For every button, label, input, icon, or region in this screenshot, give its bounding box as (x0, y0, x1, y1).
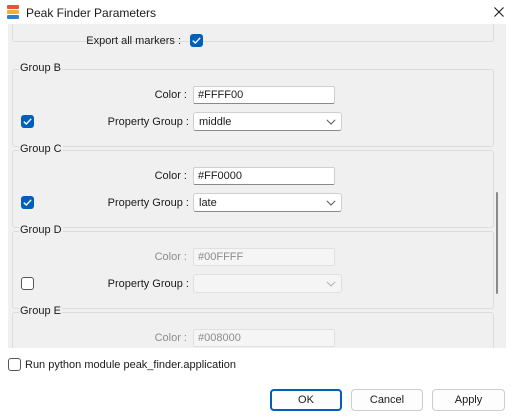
run-module-checkbox[interactable] (8, 358, 21, 371)
close-button[interactable] (484, 0, 514, 24)
group-b-color-label: Color : (154, 89, 187, 101)
apply-button[interactable]: Apply (432, 389, 505, 411)
group-b-property-group-checkbox[interactable] (21, 115, 34, 128)
export-all-markers-label: Export all markers : (86, 35, 181, 47)
chevron-down-icon (326, 281, 336, 287)
title-bar: Peak Finder Parameters (0, 0, 514, 24)
group-d-color-label: Color : (154, 251, 187, 263)
group-d-property-group-select[interactable] (193, 274, 342, 293)
group-b-box: Group B Color : Property Group : middle (12, 62, 494, 147)
group-c-property-group-value: late (199, 197, 217, 209)
group-c-property-group-label: Property Group : (107, 197, 189, 209)
chevron-down-icon (326, 119, 336, 125)
group-c-property-group-checkbox[interactable] (21, 196, 34, 209)
group-e-title: Group E (19, 305, 62, 317)
group-d-box: Group D Color : Property Group : (12, 224, 494, 309)
group-d-property-group-checkbox[interactable] (21, 277, 34, 290)
group-e-color-input[interactable] (193, 329, 335, 347)
group-d-color-input[interactable] (193, 248, 335, 266)
group-b-title: Group B (19, 62, 62, 74)
export-all-markers-checkbox[interactable] (190, 34, 203, 47)
cancel-button[interactable]: Cancel (351, 389, 423, 411)
group-a-box: Export all markers : (12, 24, 494, 47)
scrollbar-thumb[interactable] (496, 192, 498, 294)
group-c-property-group-select[interactable]: late (193, 193, 342, 212)
group-e-box: Group E Color : (12, 305, 494, 348)
group-b-color-input[interactable] (193, 86, 335, 104)
chevron-down-icon (326, 200, 336, 206)
checkmark-icon (23, 118, 32, 125)
group-c-color-input[interactable] (193, 167, 335, 185)
vertical-scrollbar[interactable] (496, 34, 500, 346)
group-d-title: Group D (19, 224, 63, 236)
ok-button[interactable]: OK (270, 389, 342, 411)
parameters-scroll-area[interactable]: Export all markers : Group B Color : Pro… (8, 24, 506, 348)
group-d-property-group-label: Property Group : (107, 278, 189, 290)
group-b-property-group-label: Property Group : (107, 116, 189, 128)
close-icon (494, 7, 504, 17)
group-c-title: Group C (19, 143, 63, 155)
app-icon (7, 5, 19, 19)
group-c-color-label: Color : (154, 170, 187, 182)
group-b-property-group-select[interactable]: middle (193, 112, 342, 131)
window-title: Peak Finder Parameters (26, 6, 157, 20)
run-module-label: Run python module peak_finder.applicatio… (25, 359, 236, 371)
checkmark-icon (192, 37, 201, 44)
group-e-color-label: Color : (154, 332, 187, 344)
group-c-box: Group C Color : Property Group : late (12, 143, 494, 228)
group-b-property-group-value: middle (199, 116, 232, 128)
checkmark-icon (23, 199, 32, 206)
